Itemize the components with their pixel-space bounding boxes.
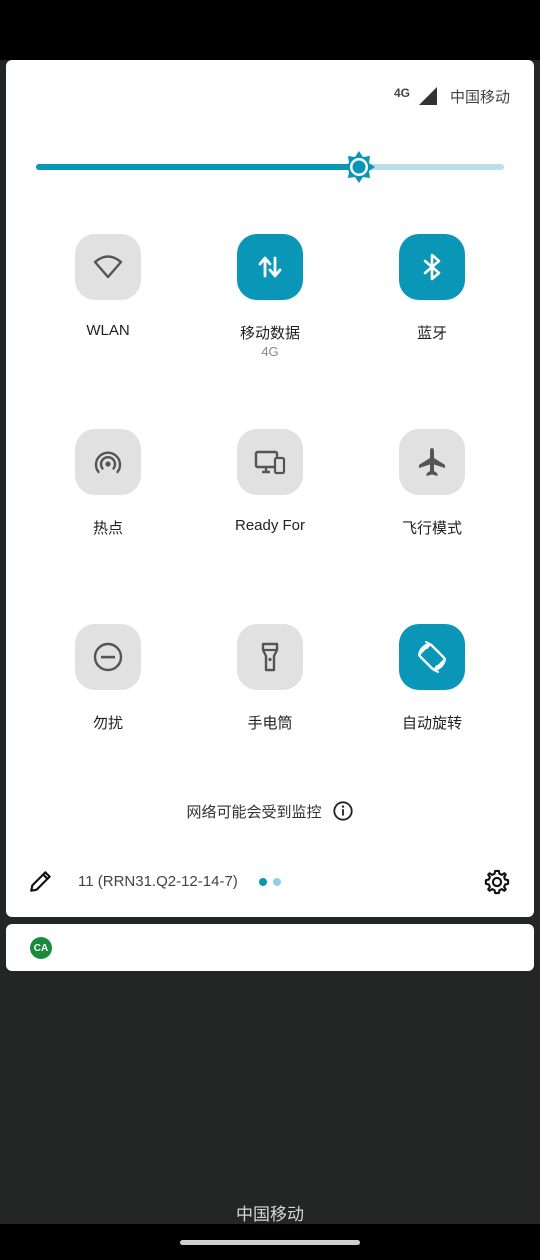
brightness-slider[interactable] bbox=[36, 151, 504, 183]
ca-app-icon: CA bbox=[30, 937, 52, 959]
status-row: 4G 中国移动 bbox=[394, 86, 510, 106]
tile-toggle-button[interactable] bbox=[75, 429, 141, 495]
tile-label: 勿扰 bbox=[92, 715, 123, 732]
lockscreen-carrier: 中国移动 bbox=[236, 1205, 304, 1224]
home-gesture-handle[interactable] bbox=[180, 1240, 360, 1245]
carrier-name: 中国移动 bbox=[449, 88, 510, 106]
tile-label: 手电筒 bbox=[247, 715, 293, 732]
flashlight-icon bbox=[261, 642, 279, 672]
tile-sublabel: 4G bbox=[261, 344, 279, 359]
quick-settings-footer: 11 (RRN31.Q2-12-14-7) bbox=[6, 866, 534, 896]
tile-hotspot[interactable]: 热点 bbox=[27, 427, 189, 597]
tile-mobile-data[interactable]: 移动数据 4G bbox=[189, 232, 351, 402]
monitor-notice[interactable]: 网络可能会受到监控 bbox=[6, 800, 534, 822]
tile-airplane[interactable]: 飞行模式 bbox=[351, 427, 513, 597]
tile-toggle-button[interactable] bbox=[399, 624, 465, 690]
tile-toggle-button[interactable] bbox=[237, 429, 303, 495]
tile-toggle-button[interactable] bbox=[75, 234, 141, 300]
brightness-thumb-icon[interactable] bbox=[341, 149, 377, 185]
navigation-bar bbox=[0, 1224, 540, 1260]
page-indicator bbox=[259, 878, 281, 886]
edit-icon[interactable] bbox=[28, 868, 54, 894]
tile-bluetooth[interactable]: 蓝牙 bbox=[351, 232, 513, 402]
info-icon[interactable] bbox=[332, 800, 354, 822]
tile-flashlight[interactable]: 手电筒 bbox=[189, 622, 351, 792]
build-number[interactable]: 11 (RRN31.Q2-12-14-7) bbox=[78, 873, 238, 890]
monitor-notice-text: 网络可能会受到监控 bbox=[186, 803, 322, 821]
settings-gear-icon[interactable] bbox=[483, 868, 511, 896]
tile-toggle-button[interactable] bbox=[399, 429, 465, 495]
mobile-data-icon bbox=[258, 256, 282, 278]
quick-settings-panel: 4G 中国移动 WLAN 移动数据 4G 蓝牙热点 Ready For 飞行模式勿扰 手电筒… bbox=[6, 60, 534, 917]
page-dot bbox=[273, 878, 281, 886]
do-not-disturb-icon bbox=[93, 642, 123, 672]
tile-toggle-button[interactable] bbox=[237, 624, 303, 690]
signal-icon bbox=[418, 87, 437, 105]
airplane-icon bbox=[419, 448, 445, 476]
tile-label: 蓝牙 bbox=[416, 325, 447, 342]
tile-label: 飞行模式 bbox=[401, 520, 462, 537]
wifi-icon bbox=[93, 255, 123, 279]
tile-auto-rotate[interactable]: 自动旋转 bbox=[351, 622, 513, 792]
tile-label: WLAN bbox=[86, 322, 130, 339]
slider-fill bbox=[36, 164, 359, 170]
notification-card[interactable]: CA bbox=[6, 924, 534, 971]
page-dot-active bbox=[259, 878, 267, 886]
status-bar-top bbox=[0, 0, 540, 60]
tile-label: 移动数据 bbox=[239, 325, 300, 342]
hotspot-icon bbox=[94, 451, 122, 474]
tile-toggle-button[interactable] bbox=[399, 234, 465, 300]
tile-label: Ready For bbox=[234, 517, 306, 534]
auto-rotate-icon bbox=[418, 641, 446, 673]
app-icon-text: CA bbox=[33, 942, 49, 954]
tile-label: 自动旋转 bbox=[401, 715, 462, 732]
tile-ready-for[interactable]: Ready For bbox=[189, 427, 351, 597]
network-type-label: 4G bbox=[393, 86, 410, 100]
tile-label: 热点 bbox=[92, 520, 123, 537]
bluetooth-icon bbox=[423, 253, 441, 281]
ready-for-icon bbox=[254, 450, 286, 475]
tile-wifi[interactable]: WLAN bbox=[27, 232, 189, 402]
tile-toggle-button[interactable] bbox=[237, 234, 303, 300]
tile-toggle-button[interactable] bbox=[75, 624, 141, 690]
tile-do-not-disturb[interactable]: 勿扰 bbox=[27, 622, 189, 792]
